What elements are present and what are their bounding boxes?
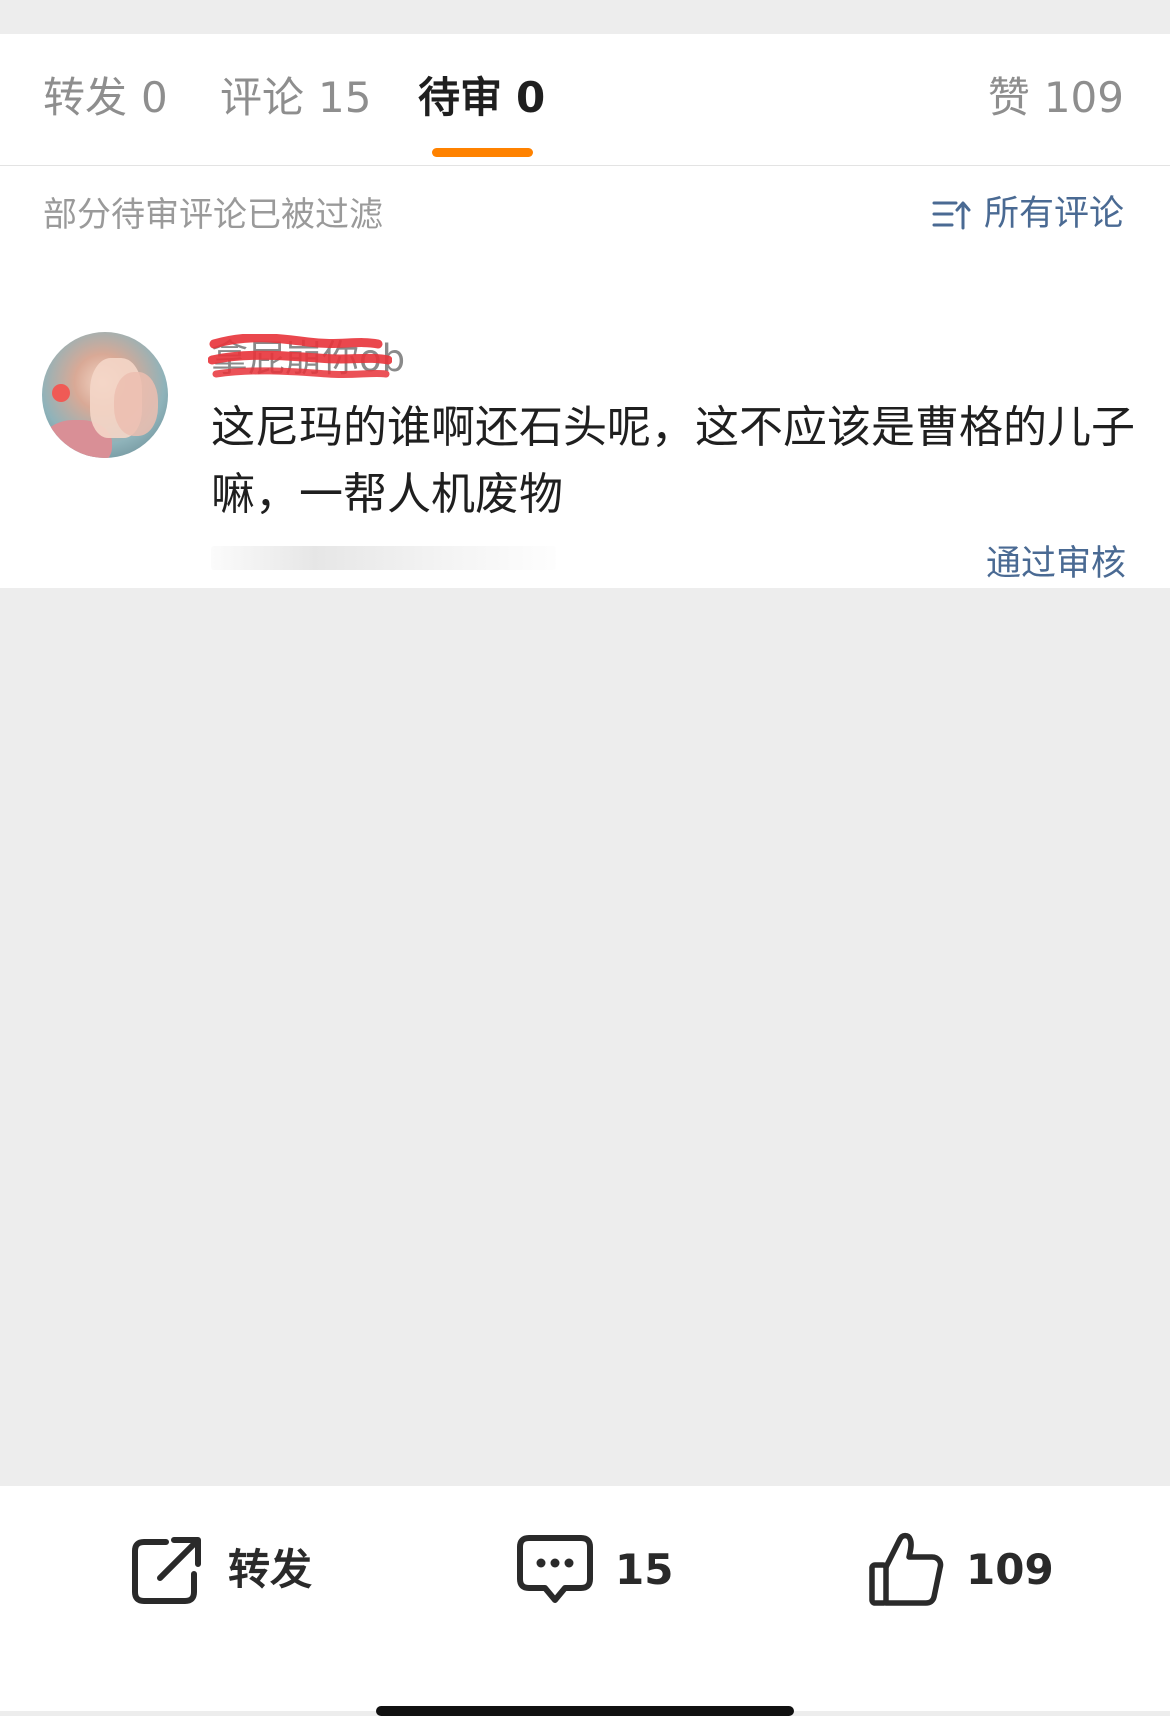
tab-repost[interactable]: 转发 0 — [43, 72, 168, 124]
tab-comments-count: 15 — [318, 73, 372, 122]
tab-comments[interactable]: 评论 15 — [220, 72, 371, 124]
home-indicator — [376, 1706, 794, 1716]
share-icon — [130, 1534, 208, 1606]
comment-meta-blurred — [211, 546, 556, 570]
like-count: 109 — [966, 1545, 1054, 1594]
tab-pending-label: 待审 — [418, 73, 503, 122]
filter-bar: 部分待审评论已被过滤 所有评论 — [0, 166, 1170, 256]
bottom-action-bar: 转发 15 109 — [0, 1486, 1170, 1716]
comment-count: 15 — [615, 1545, 674, 1594]
tab-repost-label: 转发 — [43, 73, 128, 122]
tab-pending[interactable]: 待审 0 — [418, 72, 545, 124]
comment-button[interactable]: 15 — [515, 1530, 673, 1610]
tab-pending-count: 0 — [516, 73, 546, 122]
active-tab-indicator — [432, 148, 533, 157]
tab-likes[interactable]: 赞 109 — [988, 72, 1124, 124]
tab-bar: 转发 0 评论 15 待审 0 赞 109 — [0, 34, 1170, 166]
comment-icon — [515, 1532, 595, 1608]
sort-all-comments-button[interactable]: 所有评论 — [932, 192, 1124, 236]
like-button[interactable]: 109 — [868, 1530, 1054, 1610]
avatar[interactable] — [42, 332, 168, 458]
tab-comments-label: 评论 — [220, 73, 305, 122]
comment-text: 这尼玛的谁啊还石头呢，这不应该是曹格的儿子嘛，一帮人机废物 — [211, 402, 1135, 520]
tab-repost-count: 0 — [141, 73, 168, 122]
comment-username[interactable]: 拿屁崩你ob — [211, 336, 405, 382]
top-gap — [0, 0, 1170, 34]
filter-note: 部分待审评论已被过滤 — [43, 195, 383, 235]
comments-panel: 转发 0 评论 15 待审 0 赞 109 部分待审评论已被过滤 所有评论 拿屁… — [0, 34, 1170, 588]
tab-likes-label: 赞 — [987, 73, 1030, 122]
repost-label: 转发 — [228, 1545, 313, 1594]
sort-label: 所有评论 — [983, 194, 1124, 234]
comment-item: 拿屁崩你ob 这尼玛的谁啊还石头呢，这不应该是曹格的儿子嘛，一帮人机废物 通过审… — [0, 256, 1170, 588]
sort-list-icon — [932, 194, 972, 234]
approve-button[interactable]: 通过审核 — [986, 542, 1126, 586]
thumbs-up-icon — [868, 1531, 946, 1609]
repost-button[interactable]: 转发 — [130, 1530, 312, 1610]
tab-likes-count: 109 — [1043, 73, 1124, 122]
